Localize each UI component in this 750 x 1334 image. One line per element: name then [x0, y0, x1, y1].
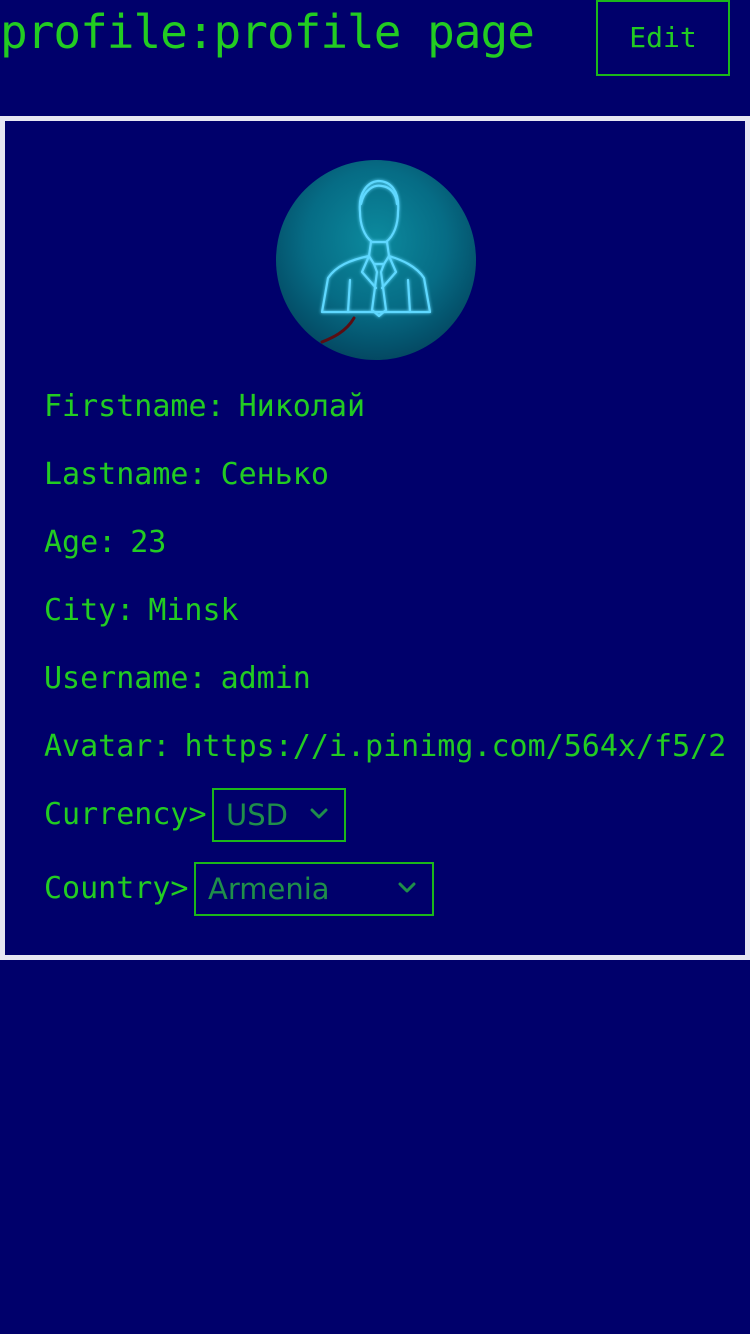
currency-select[interactable]: USD — [212, 788, 346, 842]
edit-button[interactable]: Edit — [596, 0, 730, 76]
field-lastname: Lastname: Сенько — [44, 455, 329, 495]
age-value: 23 — [130, 525, 167, 560]
city-label: City: — [44, 593, 135, 628]
field-city: City: Minsk — [44, 591, 239, 631]
profile-card: Firstname: Николай Lastname: Сенько Age: 23… — [0, 116, 750, 960]
field-firstname: Firstname: Николай — [44, 387, 365, 427]
lastname-label: Lastname: — [44, 457, 207, 492]
field-avatar: Avatar: https://i.pinimg.com/564x/f5/2 — [44, 727, 726, 767]
firstname-label: Firstname: — [44, 389, 225, 424]
currency-selected-value: USD — [226, 798, 288, 832]
firstname-value: Николай — [238, 389, 366, 424]
age-label: Age: — [44, 525, 117, 560]
username-label: Username: — [44, 661, 207, 696]
avatar-label: Avatar: — [44, 729, 171, 764]
avatar-url-value: https://i.pinimg.com/564x/f5/2 — [184, 729, 727, 764]
currency-label: Currency> — [44, 797, 207, 832]
chevron-down-icon — [398, 864, 420, 914]
country-label: Country> — [44, 871, 189, 906]
country-select[interactable]: Armenia — [194, 862, 434, 916]
field-username: Username: admin — [44, 659, 311, 699]
field-age: Age: 23 — [44, 523, 166, 563]
businessman-avatar-icon — [276, 160, 476, 360]
username-value: admin — [220, 661, 311, 696]
lastname-value: Сенько — [220, 457, 329, 492]
chevron-down-icon — [310, 790, 332, 840]
city-value: Minsk — [148, 593, 239, 628]
country-selected-value: Armenia — [208, 872, 330, 906]
page-title: profile:profile page — [0, 5, 535, 59]
